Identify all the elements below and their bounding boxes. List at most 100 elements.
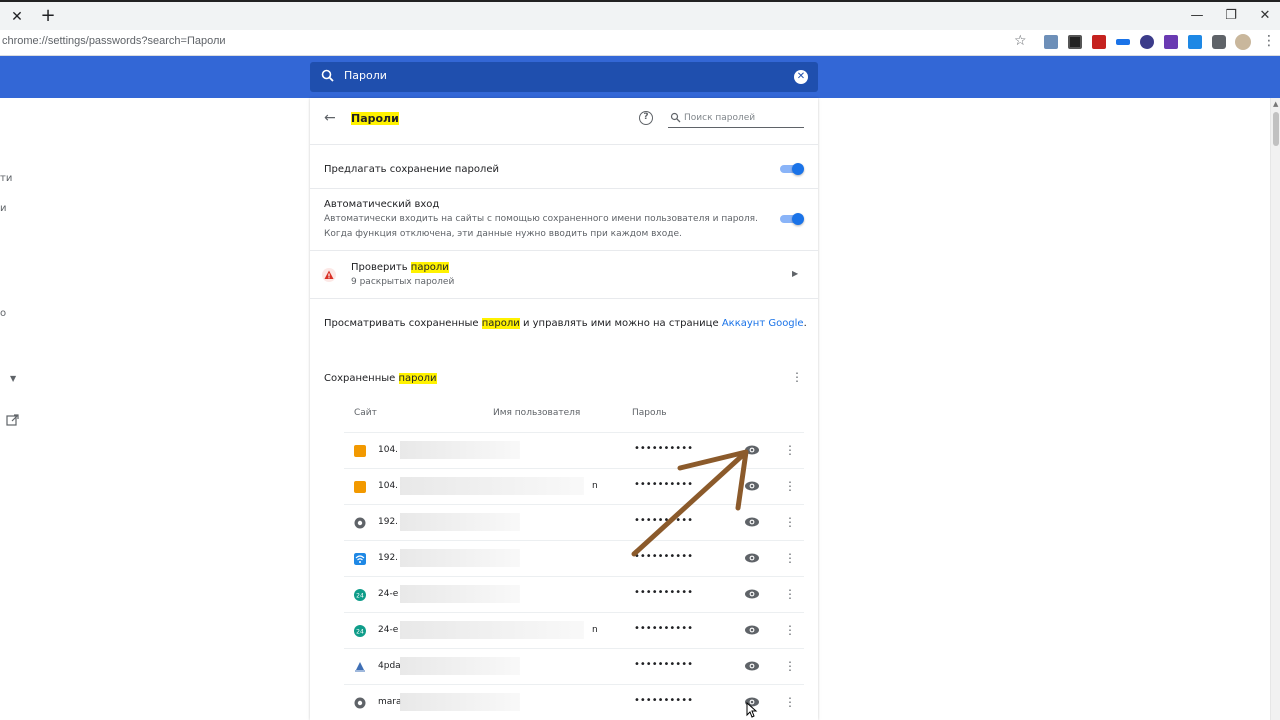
username: n: [592, 625, 598, 635]
extension-gmail-icon[interactable]: [1092, 35, 1106, 49]
google-account-info: Просматривать сохраненные пароли и управ…: [324, 318, 807, 329]
site-24-icon: 24: [354, 589, 366, 601]
chevron-down-icon[interactable]: ▼: [10, 374, 16, 383]
masked-password: ••••••••••: [634, 659, 693, 670]
table-row[interactable]: 104. n •••••••••• ⋮: [344, 468, 804, 504]
row-more-icon[interactable]: ⋮: [784, 480, 796, 492]
redacted-region: [400, 477, 584, 495]
row-more-icon[interactable]: ⋮: [784, 588, 796, 600]
saved-title-highlight: пароли: [398, 373, 437, 384]
masked-password: ••••••••••: [634, 695, 693, 706]
settings-search-box[interactable]: Пароли ✕: [310, 62, 818, 92]
google-account-link[interactable]: Аккаунт Google: [722, 318, 804, 329]
auto-signin-toggle[interactable]: [780, 213, 804, 225]
omnibox-row: chrome://settings/passwords?search=Парол…: [0, 30, 1280, 56]
check-label-prefix: Проверить: [351, 262, 411, 273]
chrome-menu-icon[interactable]: ⋮: [1262, 33, 1276, 49]
masked-password: ••••••••••: [634, 551, 693, 562]
table-row[interactable]: 24 24-e n •••••••••• ⋮: [344, 612, 804, 648]
check-passwords-link[interactable]: Проверить пароли: [351, 262, 449, 273]
show-password-eye-icon[interactable]: [744, 479, 760, 493]
divider: [310, 298, 818, 299]
extension-notion-icon[interactable]: [1068, 35, 1082, 49]
open-external-icon[interactable]: [6, 414, 19, 427]
auto-signin-label: Автоматический вход: [324, 199, 440, 210]
show-password-eye-icon[interactable]: [744, 623, 760, 637]
show-password-eye-icon[interactable]: [744, 587, 760, 601]
left-nav-item[interactable]: о: [0, 308, 6, 319]
close-window-button[interactable]: ✕: [1252, 6, 1278, 26]
row-more-icon[interactable]: ⋮: [784, 444, 796, 456]
saved-title-prefix: Сохраненные: [324, 373, 399, 384]
show-password-eye-icon[interactable]: [744, 515, 760, 529]
passwords-card: ← Пароли ? Поиск паролей Предлагать сохр…: [310, 98, 818, 720]
saved-passwords-menu-icon[interactable]: ⋮: [791, 371, 803, 383]
offer-save-label: Предлагать сохранение паролей: [324, 164, 499, 175]
masked-password: ••••••••••: [634, 515, 693, 526]
divider: [310, 250, 818, 251]
ga-text-prefix: Просматривать сохраненные: [324, 318, 482, 329]
divider: [310, 188, 818, 189]
column-header-username: Имя пользователя: [493, 408, 581, 418]
show-password-eye-icon[interactable]: [744, 659, 760, 673]
ga-text-end: .: [803, 318, 807, 329]
scroll-thumb[interactable]: [1273, 112, 1279, 146]
left-nav-item[interactable]: и: [0, 203, 7, 214]
show-password-eye-icon[interactable]: [744, 443, 760, 457]
table-row[interactable]: 104. •••••••••• ⋮: [344, 432, 804, 468]
chevron-right-icon[interactable]: ▶: [792, 269, 798, 278]
masked-password: ••••••••••: [634, 443, 693, 454]
page-title-text: Пароли: [351, 112, 399, 125]
row-more-icon[interactable]: ⋮: [784, 696, 796, 708]
tab-close-icon[interactable]: ✕: [8, 8, 26, 26]
restore-button[interactable]: ❐: [1218, 6, 1244, 26]
back-arrow-icon[interactable]: ←: [324, 110, 336, 126]
left-nav-item[interactable]: ти: [0, 173, 12, 184]
clear-search-icon[interactable]: ✕: [794, 70, 808, 84]
auto-signin-desc-2: Когда функция отключена, эти данные нужн…: [324, 229, 682, 239]
password-search-placeholder: Поиск паролей: [684, 113, 756, 123]
compromised-count: 9 раскрытых паролей: [351, 277, 455, 287]
password-search-field[interactable]: Поиск паролей: [668, 110, 804, 128]
help-icon[interactable]: ?: [639, 111, 653, 125]
site-name: 24-e: [378, 589, 399, 599]
page-title: Пароли: [351, 112, 399, 125]
site-4pda-icon: [355, 662, 365, 672]
offer-save-toggle[interactable]: [780, 163, 804, 175]
warning-icon: [322, 268, 336, 282]
extension-arrow-icon[interactable]: [1116, 39, 1130, 45]
redacted-region: [400, 585, 520, 603]
globe-icon: [354, 697, 366, 709]
scroll-up-icon[interactable]: ▲: [1273, 100, 1278, 108]
masked-password: ••••••••••: [634, 479, 693, 490]
masked-password: ••••••••••: [634, 623, 693, 634]
ga-text-suffix: и управлять ими можно на странице: [519, 318, 722, 329]
extension-mail-icon[interactable]: [1044, 35, 1058, 49]
profile-avatar[interactable]: [1235, 34, 1251, 50]
wifi-icon: [354, 553, 366, 565]
extension-ad-icon[interactable]: [1164, 35, 1178, 49]
row-more-icon[interactable]: ⋮: [784, 552, 796, 564]
site-name: 24-e: [378, 625, 399, 635]
page-scrollbar[interactable]: ▲: [1270, 98, 1280, 720]
auto-signin-desc-1: Автоматически входить на сайты с помощью…: [324, 214, 758, 224]
bookmark-star-icon[interactable]: ☆: [1014, 33, 1027, 49]
globe-icon: [354, 517, 366, 529]
row-more-icon[interactable]: ⋮: [784, 516, 796, 528]
row-more-icon[interactable]: ⋮: [784, 660, 796, 672]
minimize-button[interactable]: —: [1184, 6, 1210, 26]
extension-circle-icon[interactable]: [1140, 35, 1154, 49]
table-row[interactable]: 192. •••••••••• ⋮: [344, 540, 804, 576]
show-password-eye-icon[interactable]: [744, 551, 760, 565]
table-row[interactable]: 192. •••••••••• ⋮: [344, 504, 804, 540]
table-row[interactable]: mara •••••••••• ⋮: [344, 684, 804, 720]
redacted-region: [400, 549, 520, 567]
table-row[interactable]: 4pda •••••••••• ⋮: [344, 648, 804, 684]
redacted-region: [400, 657, 520, 675]
extension-blue-icon[interactable]: [1188, 35, 1202, 49]
extensions-puzzle-icon[interactable]: [1212, 35, 1226, 49]
row-more-icon[interactable]: ⋮: [784, 624, 796, 636]
address-bar[interactable]: chrome://settings/passwords?search=Парол…: [2, 35, 226, 47]
table-row[interactable]: 24 24-e •••••••••• ⋮: [344, 576, 804, 612]
new-tab-button[interactable]: +: [38, 6, 58, 26]
